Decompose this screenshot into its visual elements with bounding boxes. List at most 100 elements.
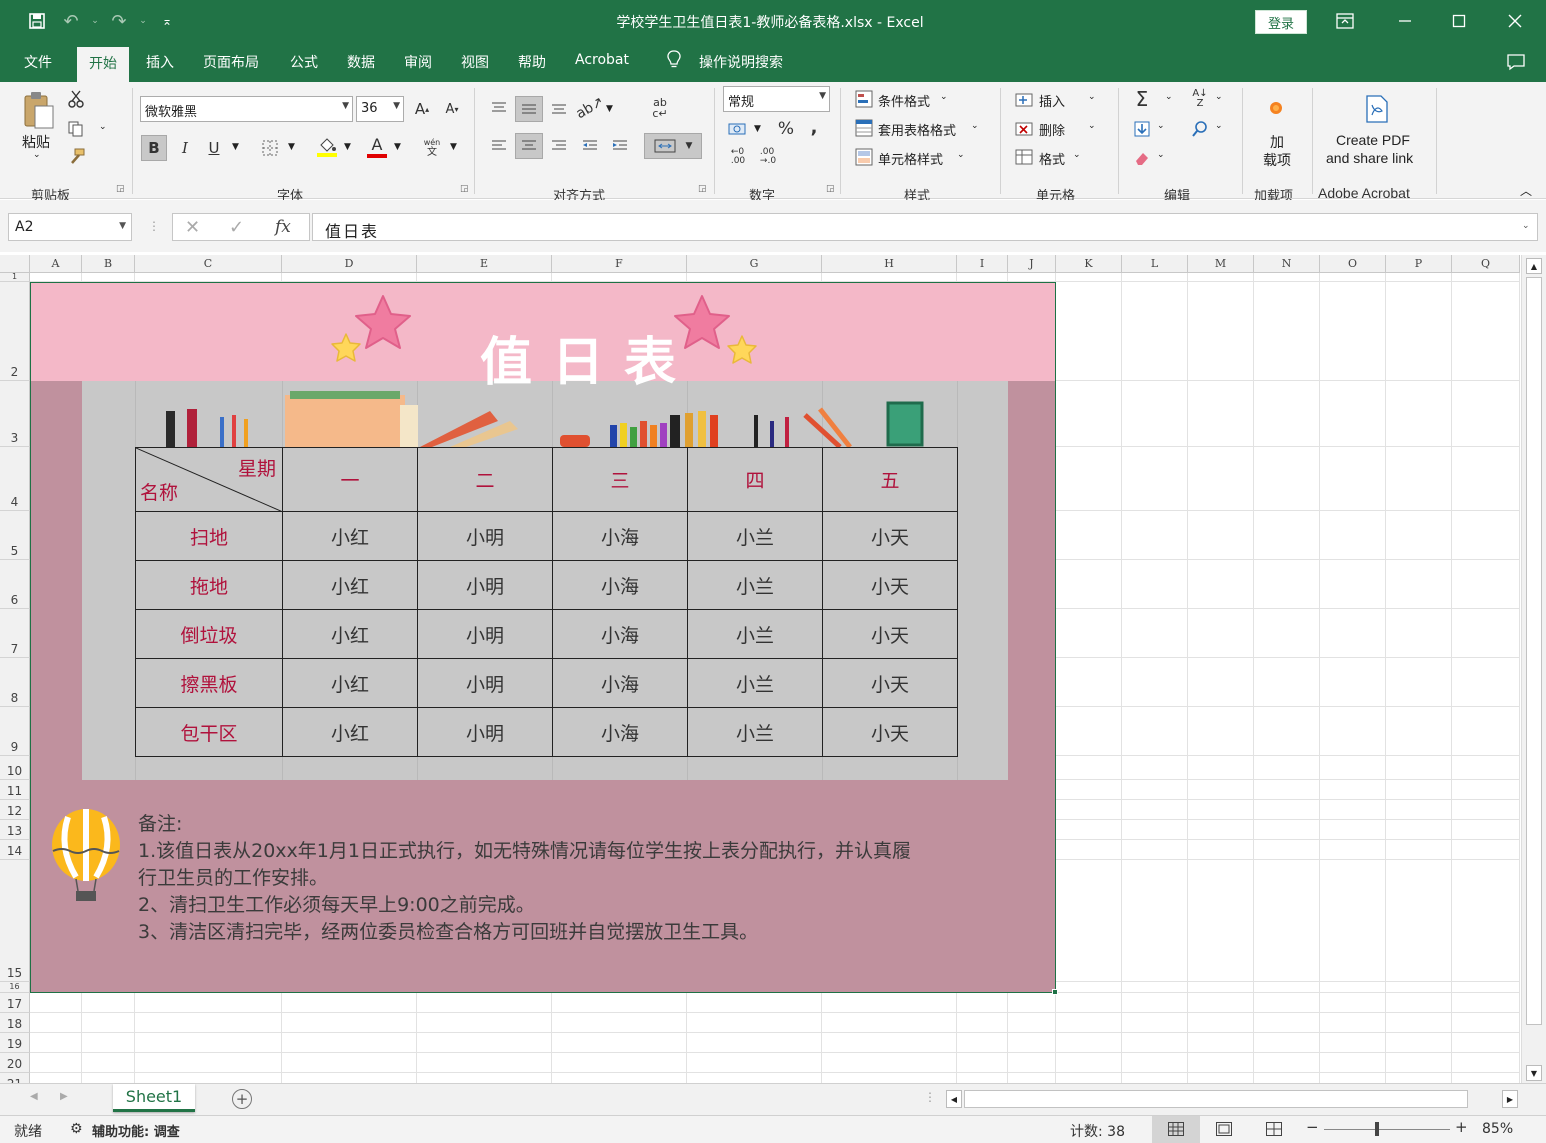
column-header[interactable]: A xyxy=(30,255,82,273)
customize-qat-icon[interactable]: ⌅ xyxy=(154,8,180,34)
row-header[interactable]: 14 xyxy=(0,840,30,860)
ribbon-display-options-icon[interactable] xyxy=(1332,8,1358,34)
cut-icon[interactable] xyxy=(64,88,88,110)
column-header[interactable]: F xyxy=(552,255,687,273)
scroll-up-icon[interactable]: ▲ xyxy=(1526,258,1542,274)
conditional-format-label[interactable]: 条件格式 xyxy=(878,91,930,110)
chevron-down-icon[interactable]: ⌄ xyxy=(957,150,965,160)
row-header[interactable]: 11 xyxy=(0,780,30,800)
align-right-icon[interactable] xyxy=(546,134,572,158)
sheet-tab-sheet1[interactable]: Sheet1 xyxy=(113,1084,195,1112)
column-header[interactable]: P xyxy=(1386,255,1452,273)
fill-dropdown-icon[interactable]: ⌄ xyxy=(1157,121,1165,131)
column-header[interactable]: G xyxy=(687,255,822,273)
bold-button[interactable]: B xyxy=(141,135,167,161)
minimize-icon[interactable] xyxy=(1392,8,1418,34)
row-header[interactable]: 16 xyxy=(0,982,30,993)
underline-button[interactable]: U xyxy=(202,135,226,161)
accessibility-status[interactable]: 辅助功能: 调查 xyxy=(92,1121,180,1140)
scroll-down-icon[interactable]: ▼ xyxy=(1526,1065,1542,1081)
create-pdf-line2[interactable]: and share link xyxy=(1326,150,1413,166)
column-header[interactable]: J xyxy=(1008,255,1056,273)
column-header[interactable]: O xyxy=(1320,255,1386,273)
page-break-view-icon[interactable] xyxy=(1266,1122,1282,1140)
borders-icon[interactable] xyxy=(258,135,282,161)
row-header[interactable]: 15 xyxy=(0,860,30,982)
align-middle-icon[interactable] xyxy=(515,96,543,122)
normal-view-button[interactable] xyxy=(1152,1116,1200,1143)
increase-decimal-icon[interactable]: ←0.00 xyxy=(726,146,750,168)
fill-color-dropdown-icon[interactable]: ▼ xyxy=(344,142,351,152)
row-header[interactable]: 9 xyxy=(0,707,30,756)
tab-file[interactable]: 文件 xyxy=(24,52,52,72)
font-color-dropdown-icon[interactable]: ▼ xyxy=(394,142,401,152)
formula-input[interactable]: 值日表 xyxy=(312,213,1538,241)
row-header[interactable]: 6 xyxy=(0,560,30,609)
format-cells-icon[interactable] xyxy=(1014,147,1034,167)
redo-dropdown-icon[interactable]: ⌄ xyxy=(130,8,156,34)
row-header[interactable]: 4 xyxy=(0,447,30,511)
tab-page-layout[interactable]: 页面布局 xyxy=(203,52,259,72)
format-painter-icon[interactable] xyxy=(64,146,88,168)
tab-home[interactable]: 开始 xyxy=(77,47,129,82)
accessibility-icon[interactable]: ⚙ xyxy=(70,1121,83,1137)
close-icon[interactable] xyxy=(1502,8,1528,34)
insert-cells-icon[interactable] xyxy=(1014,89,1034,109)
decrease-indent-icon[interactable] xyxy=(578,134,602,158)
percent-style-button[interactable]: % xyxy=(774,118,798,140)
row-header[interactable]: 10 xyxy=(0,756,30,780)
underline-dropdown-icon[interactable]: ▼ xyxy=(232,142,239,152)
paste-dropdown-icon[interactable]: ⌄ xyxy=(33,150,41,160)
phonetic-dropdown-icon[interactable]: ▼ xyxy=(450,142,457,152)
column-header[interactable]: K xyxy=(1056,255,1122,273)
row-header[interactable]: 7 xyxy=(0,609,30,658)
cell-styles-icon[interactable] xyxy=(854,147,874,167)
insert-function-icon[interactable]: fx xyxy=(275,217,291,237)
tab-help[interactable]: 帮助 xyxy=(518,52,546,72)
font-size-select[interactable]: 36 ▼ xyxy=(356,96,404,122)
row-header[interactable]: 8 xyxy=(0,658,30,707)
zoom-in-icon[interactable]: + xyxy=(1455,1118,1468,1136)
chevron-down-icon[interactable]: ⌄ xyxy=(1088,121,1096,131)
zoom-out-icon[interactable]: − xyxy=(1306,1118,1319,1136)
vertical-scrollbar[interactable]: ▲ ▼ xyxy=(1521,255,1546,1083)
fill-handle[interactable] xyxy=(1052,989,1058,995)
column-header[interactable]: C xyxy=(135,255,282,273)
row-header[interactable]: 19 xyxy=(0,1033,30,1053)
collapse-ribbon-icon[interactable]: ︿ xyxy=(1520,182,1532,199)
sort-filter-icon[interactable]: A↓ Z xyxy=(1188,87,1212,111)
zoom-level[interactable]: 85% xyxy=(1482,1121,1513,1137)
paste-label[interactable]: 粘贴 xyxy=(22,132,50,152)
sort-filter-dropdown-icon[interactable]: ⌄ xyxy=(1215,92,1223,102)
worksheet-grid[interactable]: ABCDEFGHIJKLMNOPQ 1 2 3 4 5 6 7 8 9 10 11 12 13 14 15 1… xyxy=(0,255,1520,1083)
row-header[interactable]: 2 xyxy=(0,282,30,381)
cell-styles-label[interactable]: 单元格样式 xyxy=(878,149,943,168)
expand-formula-bar-icon[interactable]: ⌄ xyxy=(1522,221,1530,231)
zoom-slider[interactable] xyxy=(1324,1129,1450,1130)
fill-color-icon[interactable] xyxy=(314,133,340,161)
row-header[interactable]: 3 xyxy=(0,381,30,447)
delete-cells-label[interactable]: 删除 xyxy=(1039,120,1065,139)
scroll-tabs-right-icon[interactable]: ▶ xyxy=(60,1091,68,1102)
comments-icon[interactable] xyxy=(1506,53,1526,75)
find-select-icon[interactable] xyxy=(1188,117,1212,141)
orientation-icon[interactable]: ab↗ xyxy=(573,92,606,125)
fill-down-icon[interactable] xyxy=(1130,117,1154,141)
format-as-table-label[interactable]: 套用表格格式 xyxy=(878,120,956,139)
column-header[interactable]: Q xyxy=(1452,255,1520,273)
row-header[interactable]: 21 xyxy=(0,1073,30,1083)
column-header[interactable]: L xyxy=(1122,255,1188,273)
orientation-dropdown-icon[interactable]: ▼ xyxy=(606,104,613,114)
format-cells-label[interactable]: 格式 xyxy=(1039,149,1065,168)
undo-icon[interactable]: ↶ xyxy=(58,8,84,34)
page-layout-view-icon[interactable] xyxy=(1216,1122,1232,1140)
horizontal-scroll-thumb[interactable] xyxy=(964,1090,1468,1108)
number-launcher-icon[interactable]: ◲ xyxy=(826,184,835,194)
column-header[interactable]: N xyxy=(1254,255,1320,273)
more-options-icon[interactable]: ⋮ xyxy=(148,219,160,233)
tell-me-search[interactable]: 操作说明搜索 xyxy=(699,52,783,72)
phonetic-guide-icon[interactable]: wén 文 xyxy=(420,135,444,161)
scroll-tabs-left-icon[interactable]: ◀ xyxy=(30,1091,38,1102)
column-header[interactable]: M xyxy=(1188,255,1254,273)
enter-icon[interactable]: ✓ xyxy=(229,217,244,238)
